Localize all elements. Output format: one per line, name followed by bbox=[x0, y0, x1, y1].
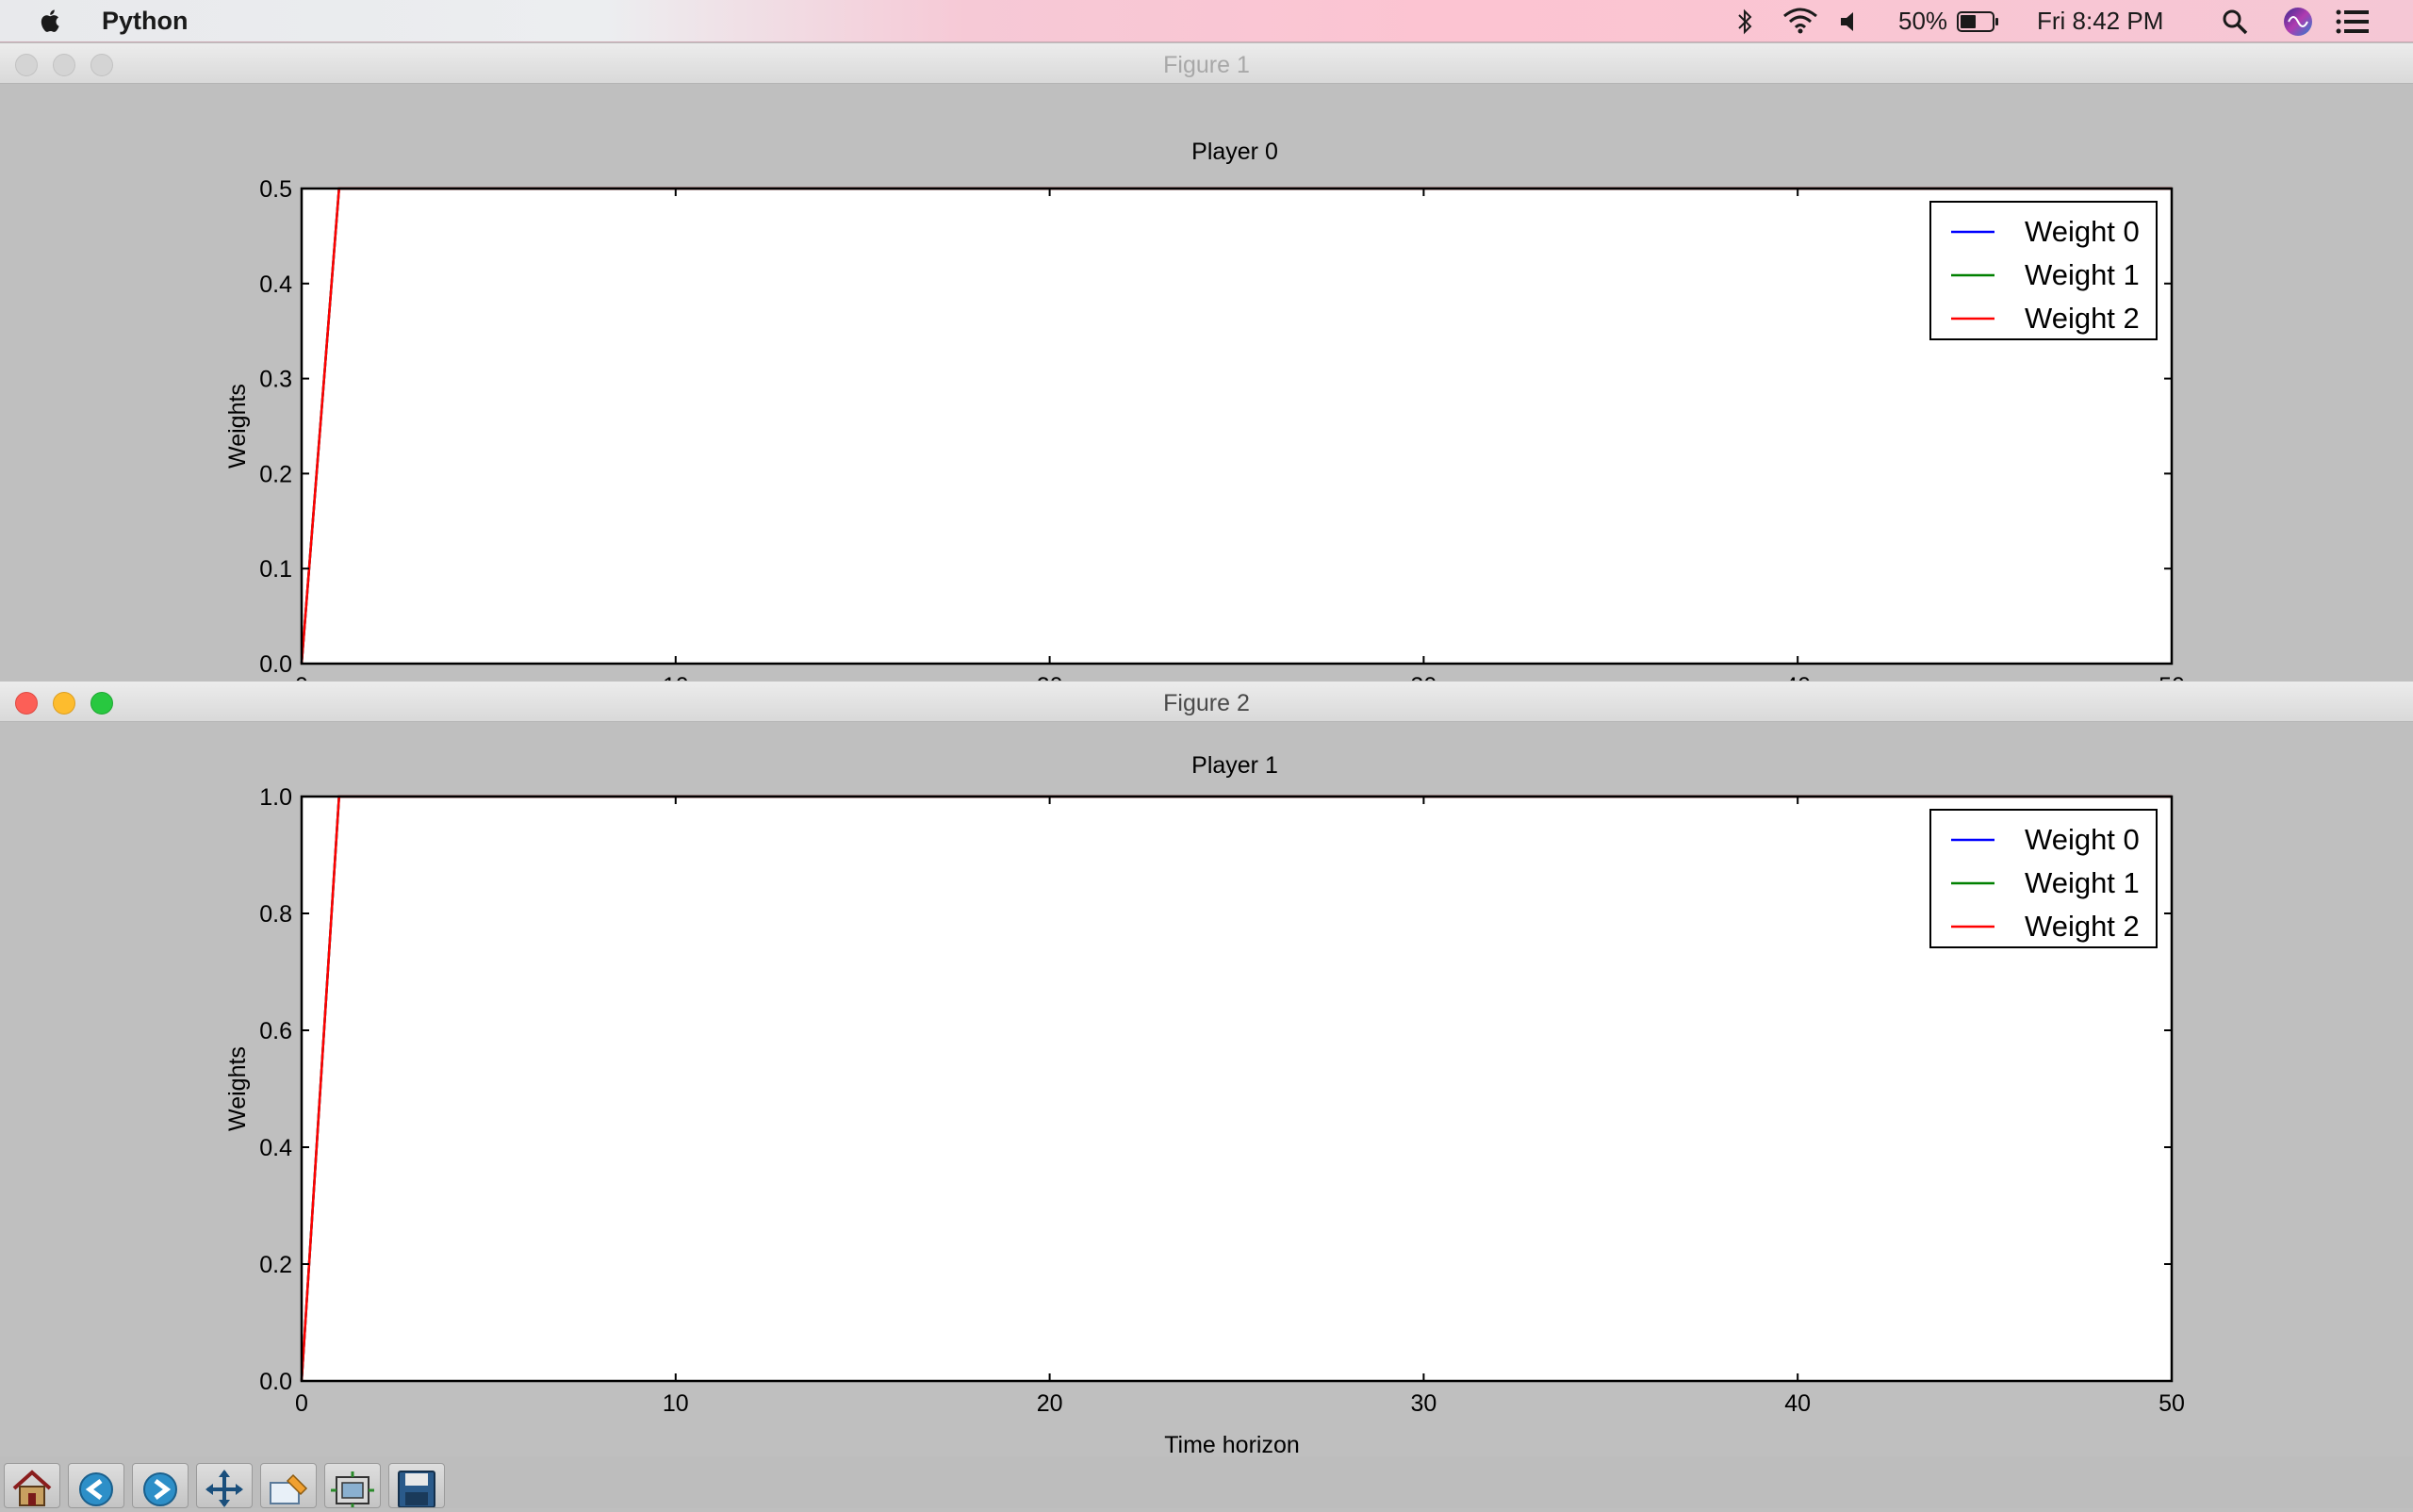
back-icon bbox=[79, 1472, 113, 1506]
y-tick-label: 0.4 bbox=[259, 271, 292, 298]
forward-icon bbox=[143, 1472, 177, 1506]
notification-center-icon[interactable] bbox=[2336, 9, 2370, 34]
x-tick-label: 30 bbox=[1410, 673, 1436, 681]
x-tick-label: 20 bbox=[1037, 1390, 1063, 1417]
save-icon bbox=[398, 1471, 435, 1508]
app-menu-python[interactable]: Python bbox=[102, 7, 189, 36]
player-1-chart: Player 1 0 10 20 30 40 50 0.0 0.2 0.4 0.6 0.8 1.0 Tim… bbox=[224, 752, 2185, 1456]
x-tick-label: 50 bbox=[2159, 1390, 2185, 1417]
chart-title: Player 1 bbox=[1191, 752, 1278, 779]
legend-label: Weight 0 bbox=[2025, 215, 2140, 248]
window-title: Figure 2 bbox=[1163, 690, 1250, 716]
zoom-rect-button[interactable] bbox=[260, 1463, 317, 1508]
y-axis-label: Weights bbox=[224, 1046, 251, 1131]
navigation-toolbar bbox=[0, 1456, 2413, 1508]
plot-area bbox=[302, 797, 2172, 1381]
figure-2-window: Figure 2 Player 1 0 10 20 30 40 50 0.0 0.2 0.4 0.6… bbox=[0, 682, 2413, 1508]
pan-button[interactable] bbox=[196, 1463, 253, 1508]
apple-icon[interactable] bbox=[38, 6, 64, 36]
x-tick-label: 0 bbox=[295, 1390, 308, 1417]
figure-1-titlebar[interactable]: Figure 1 bbox=[0, 43, 2413, 84]
legend-label: Weight 1 bbox=[2025, 258, 2140, 291]
x-tick-label: 10 bbox=[663, 1390, 689, 1417]
x-tick-label: 50 bbox=[2159, 673, 2185, 681]
clock[interactable]: Fri 8:42 PM bbox=[2037, 7, 2163, 36]
back-button[interactable] bbox=[68, 1463, 124, 1508]
figure-2-titlebar[interactable]: Figure 2 bbox=[0, 682, 2413, 722]
y-tick-label: 0.2 bbox=[259, 461, 292, 487]
configure-subplots-icon bbox=[331, 1471, 374, 1507]
home-button[interactable] bbox=[4, 1463, 60, 1508]
figure-1-window: Figure 1 Player 0 0 10 20 30 40 50 0.0 0.1 0.2 0.3… bbox=[0, 43, 2413, 681]
window-title: Figure 1 bbox=[1163, 52, 1250, 78]
y-tick-label: 0.3 bbox=[259, 367, 292, 393]
volume-icon[interactable] bbox=[1838, 9, 1863, 34]
x-tick-label: 0 bbox=[295, 673, 308, 681]
legend-label: Weight 2 bbox=[2025, 302, 2140, 335]
x-tick-label: 10 bbox=[663, 673, 689, 681]
chart-title: Player 0 bbox=[1191, 139, 1278, 165]
y-tick-label: 0.4 bbox=[259, 1135, 292, 1161]
y-tick-label: 0.0 bbox=[259, 1369, 292, 1395]
forward-button[interactable] bbox=[132, 1463, 189, 1508]
y-axis-label: Weights bbox=[224, 384, 251, 468]
y-tick-label: 0.1 bbox=[259, 556, 292, 583]
configure-subplots-button[interactable] bbox=[324, 1463, 381, 1508]
home-icon bbox=[12, 1470, 52, 1506]
plot-area bbox=[302, 189, 2172, 664]
y-tick-label: 0.0 bbox=[259, 651, 292, 678]
x-tick-label: 40 bbox=[1784, 1390, 1811, 1417]
menu-bar: Python 50% Fri 8:42 PM bbox=[0, 0, 2413, 42]
spotlight-icon[interactable] bbox=[2222, 8, 2248, 35]
y-tick-label: 0.2 bbox=[259, 1252, 292, 1278]
battery-icon[interactable] bbox=[1957, 11, 2000, 32]
pan-icon bbox=[205, 1470, 243, 1507]
y-tick-label: 0.6 bbox=[259, 1018, 292, 1044]
save-button[interactable] bbox=[388, 1463, 445, 1508]
y-tick-label: 0.5 bbox=[259, 176, 292, 203]
x-tick-label: 30 bbox=[1410, 1390, 1436, 1417]
wifi-icon[interactable] bbox=[1781, 8, 1819, 34]
bluetooth-icon[interactable] bbox=[1736, 8, 1753, 36]
player-0-chart: Player 0010203040500.00.10.20.30.40.5Tim… bbox=[224, 139, 2185, 681]
siri-icon[interactable] bbox=[2283, 7, 2313, 37]
legend-label: Weight 2 bbox=[2025, 910, 2140, 943]
battery-percentage: 50% bbox=[1898, 7, 1948, 35]
y-tick-label: 1.0 bbox=[259, 784, 292, 811]
zoom-icon bbox=[270, 1473, 308, 1504]
x-axis-label: Time horizon bbox=[1164, 1432, 1300, 1456]
y-tick-label: 0.8 bbox=[259, 901, 292, 928]
x-tick-label: 20 bbox=[1037, 673, 1063, 681]
legend-label: Weight 0 bbox=[2025, 823, 2140, 856]
legend-label: Weight 1 bbox=[2025, 866, 2140, 899]
x-tick-label: 40 bbox=[1784, 673, 1811, 681]
